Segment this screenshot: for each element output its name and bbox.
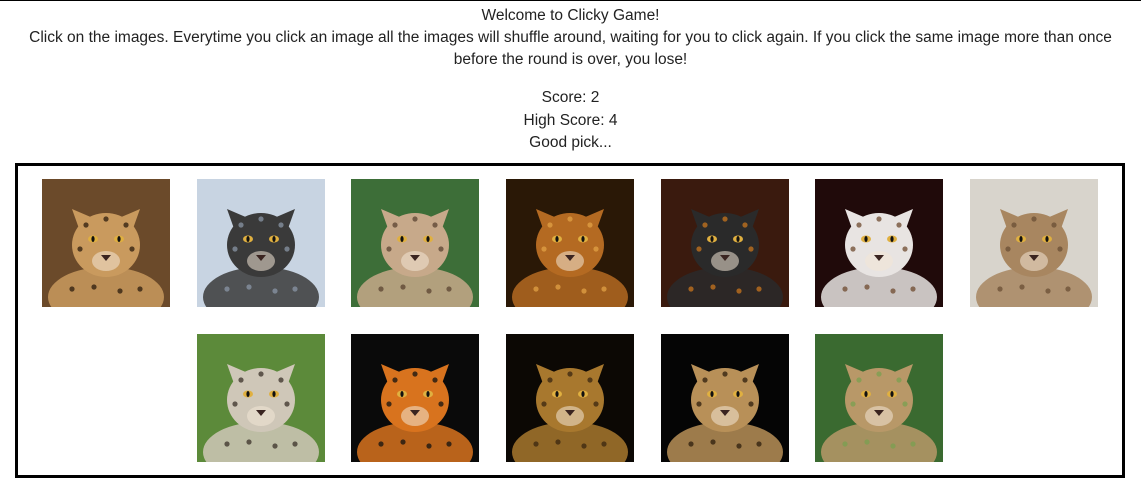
kitten-with-flower-image (197, 179, 325, 307)
animal-card-leopard[interactable] (661, 334, 789, 462)
animal-card-kitten-with-flower[interactable] (197, 179, 325, 307)
cougar-image (970, 179, 1098, 307)
instructions-text: Click on the images. Everytime you click… (29, 29, 1112, 68)
status-message: Good pick... (529, 134, 612, 151)
image-grid (15, 163, 1125, 478)
lynx-image (351, 179, 479, 307)
tiger-image (351, 334, 479, 462)
ocelot-image (197, 334, 325, 462)
animal-card-ocelot[interactable] (197, 334, 325, 462)
score-display: Score: 2 (541, 89, 600, 106)
high-score-display: High Score: 4 (523, 111, 618, 129)
serval-image (815, 334, 943, 462)
animal-card-black-panther[interactable] (661, 179, 789, 307)
page-title: Welcome to Clicky Game! (481, 7, 660, 24)
scoreboard: Score: 2 High Score: 4 Good pick... (0, 87, 1141, 155)
animal-card-jaguar[interactable] (506, 334, 634, 462)
animal-card-cheetah[interactable] (42, 179, 170, 307)
lion-image (506, 179, 634, 307)
animal-card-cougar[interactable] (970, 179, 1098, 307)
animal-card-lynx[interactable] (351, 179, 479, 307)
animal-card-white-kitten[interactable] (815, 179, 943, 307)
game-header: Welcome to Clicky Game! Click on the ima… (0, 1, 1141, 71)
white-kitten-image (815, 179, 943, 307)
leopard-image (661, 334, 789, 462)
jaguar-image (506, 334, 634, 462)
animal-card-serval[interactable] (815, 334, 943, 462)
cheetah-image (42, 179, 170, 307)
black-panther-image (661, 179, 789, 307)
animal-card-tiger[interactable] (351, 334, 479, 462)
animal-card-lion[interactable] (506, 179, 634, 307)
